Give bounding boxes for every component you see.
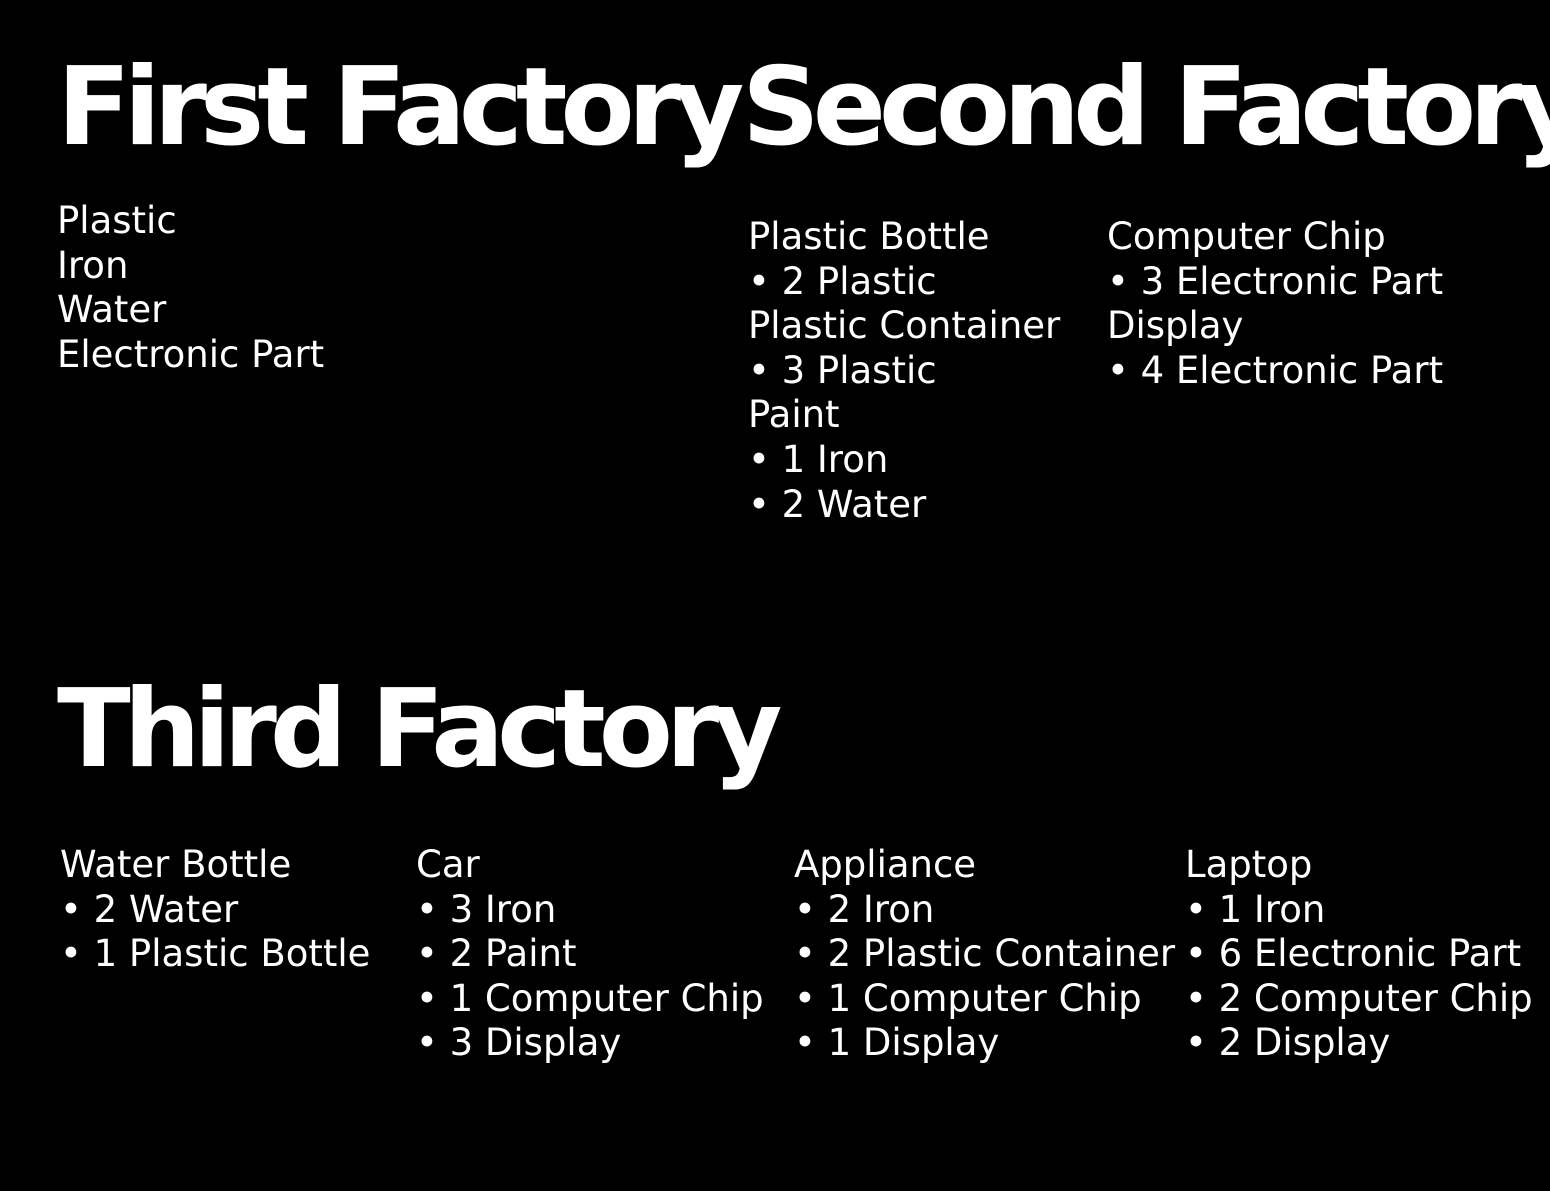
recipe-name: Paint (748, 393, 840, 437)
recipe-ingredient: 1 Computer Chip (794, 977, 1175, 1022)
first-factory-title: First Factory (57, 45, 744, 170)
recipe-name: Display (1107, 304, 1244, 348)
recipe-ingredient: 3 Iron (416, 888, 764, 933)
recipe-name: Appliance (794, 843, 977, 886)
recipe-name: Plastic Bottle (748, 215, 990, 258)
recipe-name: Water Bottle (60, 843, 292, 886)
recipe-ingredient: 2 Iron (794, 888, 1175, 933)
recipe-ingredient: 1 Iron (1185, 888, 1533, 933)
recipe-ingredient: 6 Electronic Part (1185, 932, 1533, 977)
material-item: Iron (57, 243, 129, 287)
third-factory-recipe-laptop: Laptop 1 Iron 6 Electronic Part 2 Comput… (1185, 843, 1533, 1066)
third-factory-recipe-water-bottle: Water Bottle 2 Water 1 Plastic Bottle (60, 843, 370, 977)
recipe-ingredient: 3 Plastic (748, 349, 1060, 394)
recipe-name: Laptop (1185, 843, 1313, 886)
recipe-ingredient: 2 Computer Chip (1185, 977, 1533, 1022)
first-factory-materials: Plastic Iron Water Electronic Part (57, 199, 324, 377)
recipe-ingredient: 1 Plastic Bottle (60, 932, 371, 977)
recipe-name: Computer Chip (1107, 215, 1386, 258)
third-factory-recipe-appliance: Appliance 2 Iron 2 Plastic Container 1 C… (794, 843, 1175, 1066)
recipe-ingredient: 2 Plastic Container (794, 932, 1176, 977)
second-factory-title: Second Factory (742, 45, 1550, 170)
material-item: Electronic Part (57, 332, 325, 376)
recipe-ingredient: 4 Electronic Part (1107, 349, 1444, 394)
material-item: Water (57, 288, 167, 332)
recipe-ingredient: 1 Display (794, 1021, 1175, 1066)
third-factory-title: Third Factory (57, 667, 783, 792)
recipe-ingredient: 1 Iron (748, 438, 1060, 483)
material-item: Plastic (57, 199, 177, 242)
recipe-ingredient: 3 Electronic Part (1107, 260, 1444, 305)
recipe-ingredient: 2 Paint (416, 932, 764, 977)
third-factory-recipe-car: Car 3 Iron 2 Paint 1 Computer Chip 3 Dis… (416, 843, 764, 1066)
recipe-ingredient: 2 Plastic (748, 260, 1060, 305)
recipe-ingredient: 1 Computer Chip (416, 977, 764, 1022)
recipe-ingredient: 2 Display (1185, 1021, 1533, 1066)
recipe-name: Car (416, 843, 480, 886)
recipe-name: Plastic Container (748, 304, 1061, 348)
recipe-ingredient: 2 Water (748, 483, 1060, 528)
recipe-ingredient: 3 Display (416, 1021, 764, 1066)
recipe-ingredient: 2 Water (60, 888, 370, 933)
second-factory-recipes-col-1: Plastic Bottle 2 Plastic Plastic Contain… (748, 215, 1060, 527)
second-factory-recipes-col-2: Computer Chip 3 Electronic Part Display … (1107, 215, 1443, 393)
